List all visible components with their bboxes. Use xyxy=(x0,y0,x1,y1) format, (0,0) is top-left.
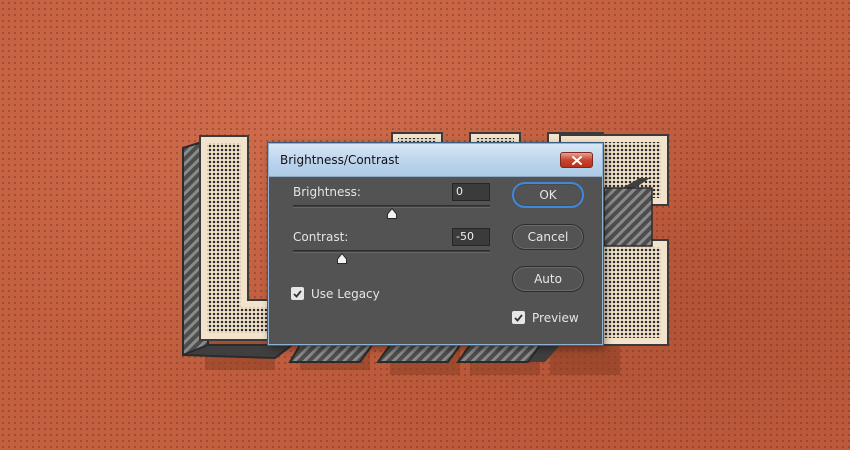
close-icon xyxy=(571,155,582,165)
contrast-slider-handle[interactable] xyxy=(337,253,348,264)
checkmark-icon xyxy=(293,289,302,298)
contrast-slider-track[interactable] xyxy=(293,250,490,253)
preview-checkbox[interactable] xyxy=(512,311,525,324)
ok-button[interactable]: OK xyxy=(512,182,584,208)
brightness-label: Brightness: xyxy=(293,185,361,199)
cancel-button[interactable]: Cancel xyxy=(512,224,584,250)
contrast-label: Contrast: xyxy=(293,230,349,244)
brightness-slider-handle[interactable] xyxy=(386,208,397,219)
brightness-contrast-dialog: Brightness/Contrast Brightness: 0 Contra… xyxy=(268,143,603,345)
letter-extrusions xyxy=(288,344,542,363)
dialog-title: Brightness/Contrast xyxy=(280,153,400,167)
brightness-input[interactable]: 0 xyxy=(452,183,490,201)
preview-label[interactable]: Preview xyxy=(532,311,579,325)
use-legacy-checkbox[interactable] xyxy=(291,287,304,300)
auto-button[interactable]: Auto xyxy=(512,266,584,292)
close-button[interactable] xyxy=(560,152,593,168)
dialog-body: Brightness: 0 Contrast: -50 Use Legacy O… xyxy=(275,177,596,338)
title-bar[interactable]: Brightness/Contrast xyxy=(269,144,602,177)
use-legacy-label[interactable]: Use Legacy xyxy=(311,287,380,301)
contrast-input[interactable]: -50 xyxy=(452,228,490,246)
checkmark-icon xyxy=(514,313,523,322)
